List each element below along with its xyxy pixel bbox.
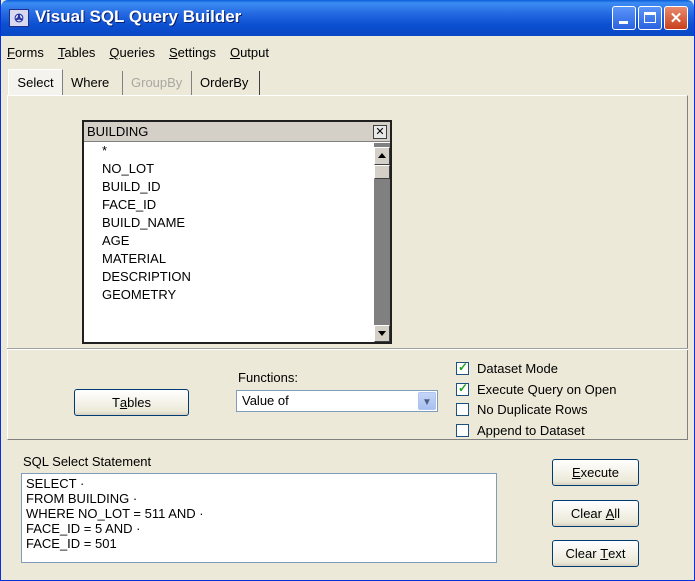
scroll-up-arrow-icon[interactable] [374, 147, 390, 165]
execute-button-accel: E [572, 465, 581, 480]
append-to-dataset-checkbox[interactable]: Append to Dataset [456, 421, 585, 439]
sql-line: WHERE NO_LOT = 511 AND · [26, 506, 204, 521]
tables-button[interactable]: Ta bles [74, 389, 189, 416]
clear-text-button[interactable]: Clear Text [552, 540, 639, 567]
clear-all-button-label-a: Clear [570, 506, 602, 521]
execute-on-open-checkbox[interactable]: ✓ Execute Query on Open [456, 380, 616, 398]
field-item[interactable]: GEOMETRY [102, 286, 191, 304]
functions-selected-value: Value of [242, 393, 289, 408]
tab-where[interactable]: Where [65, 71, 123, 95]
field-item[interactable]: NO_LOT [102, 160, 191, 178]
maximize-icon [644, 12, 656, 23]
execute-button[interactable]: Execute [552, 459, 639, 486]
menu-queries-label: ueries [119, 45, 155, 60]
field-item[interactable]: * [102, 142, 191, 160]
clear-all-button-accel: A [605, 506, 615, 521]
checkbox-box[interactable]: ✓ [456, 359, 469, 375]
menu-tables-label: ables [64, 45, 96, 60]
chevron-down-icon[interactable]: ▼ [418, 392, 436, 410]
check-icon: ✓ [458, 380, 469, 395]
tables-button-accel: a [119, 395, 128, 410]
clear-all-button[interactable]: Clear All [552, 500, 639, 527]
menu-queries-accel: Q [109, 45, 120, 60]
checkbox-label: Execute Query on Open [477, 381, 617, 397]
menu-forms[interactable]: Forms [7, 45, 44, 65]
menu-output-label: utput [240, 45, 269, 60]
menu-settings-label: ettings [177, 45, 216, 60]
functions-label: Functions: [238, 370, 298, 385]
clear-text-button-label-b: ext [608, 546, 626, 561]
scroll-down-arrow-icon[interactable] [374, 325, 390, 342]
field-list: * NO_LOT BUILD_ID FACE_ID BUILD_NAME AGE… [102, 142, 191, 304]
no-duplicate-rows-checkbox[interactable]: No Duplicate Rows [456, 400, 588, 418]
checkbox-box[interactable] [456, 402, 469, 416]
menu-settings[interactable]: Settings [169, 45, 216, 65]
checkbox-box[interactable]: ✓ [456, 380, 469, 396]
menu-forms-accel: F [7, 45, 15, 60]
sql-line: FACE_ID = 5 AND · [26, 521, 141, 536]
check-icon: ✓ [458, 359, 469, 374]
field-item[interactable]: MATERIAL [102, 250, 191, 268]
field-item[interactable]: FACE_ID [102, 196, 191, 214]
field-item[interactable]: BUILD_NAME [102, 214, 191, 232]
panel-divider [7, 348, 688, 350]
menu-queries[interactable]: Queries [109, 45, 155, 65]
clear-text-button-label-a: Clear [565, 546, 597, 561]
menu-tables[interactable]: Tables [58, 45, 96, 65]
checkbox-label: No Duplicate Rows [477, 401, 588, 417]
maximize-button[interactable] [638, 6, 662, 30]
sql-statement-textarea[interactable]: SELECT · FROM BUILDING · WHERE NO_LOT = … [21, 473, 497, 563]
tab-orderby[interactable]: OrderBy [194, 71, 260, 95]
execute-button-label: xecute [580, 465, 619, 480]
field-item[interactable]: DESCRIPTION [102, 268, 191, 286]
functions-dropdown[interactable]: Value of ▼ [236, 390, 438, 412]
window-title: Visual SQL Query Builder [35, 7, 242, 26]
tables-button-label-b: bles [127, 395, 152, 410]
tab-select[interactable]: Select [8, 69, 63, 95]
checkbox-box[interactable] [456, 423, 469, 437]
table-field-box[interactable]: BUILDING ✕ * NO_LOT BUILD_ID FACE_ID BUI… [82, 120, 392, 344]
sql-line: FACE_ID = 501 [26, 536, 117, 551]
field-list-scrollbar[interactable] [374, 143, 390, 342]
minimize-button[interactable] [612, 6, 636, 30]
tables-button-label-a: T [111, 395, 120, 410]
sql-line: SELECT · [26, 476, 85, 491]
clear-all-button-label-b: ll [614, 506, 621, 521]
menu-output-accel: O [229, 45, 241, 60]
dataset-mode-checkbox[interactable]: ✓ Dataset Mode [456, 359, 558, 377]
scroll-thumb[interactable] [374, 165, 390, 179]
checkbox-label: Append to Dataset [477, 422, 585, 438]
clear-text-button-accel: T [600, 546, 609, 561]
app-icon: ✇ [9, 9, 29, 27]
menu-output[interactable]: Output [230, 45, 269, 65]
table-name: BUILDING [87, 124, 149, 139]
sql-statement-label: SQL Select Statement [23, 454, 152, 469]
field-item[interactable]: AGE [102, 232, 191, 250]
table-header[interactable]: BUILDING ✕ [84, 122, 390, 142]
minimize-icon [619, 21, 628, 24]
menu-forms-label: orms [14, 45, 44, 60]
table-close-icon[interactable]: ✕ [373, 125, 387, 139]
sql-line: FROM BUILDING · [26, 491, 138, 506]
main-window: ✇ Visual SQL Query Builder ✕ Forms Table… [0, 0, 695, 581]
close-button[interactable]: ✕ [664, 6, 688, 30]
field-item[interactable]: BUILD_ID [102, 178, 191, 196]
checkbox-label: Dataset Mode [477, 360, 558, 376]
menu-settings-accel: S [168, 45, 178, 60]
tab-groupby[interactable]: GroupBy [125, 71, 192, 95]
close-icon: ✕ [669, 10, 683, 27]
menu-bar: Forms Tables Queries Settings Output [7, 45, 283, 65]
title-bar[interactable]: ✇ Visual SQL Query Builder ✕ [1, 0, 694, 36]
